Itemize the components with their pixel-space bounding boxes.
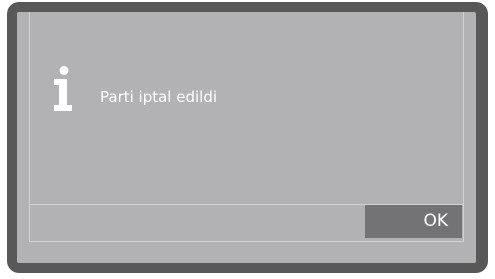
dialog-message: Parti iptal edildi <box>100 88 218 106</box>
display-screen: Parti iptal edildi OK <box>17 12 476 263</box>
ok-button[interactable]: OK <box>365 205 462 238</box>
info-icon <box>54 66 72 111</box>
